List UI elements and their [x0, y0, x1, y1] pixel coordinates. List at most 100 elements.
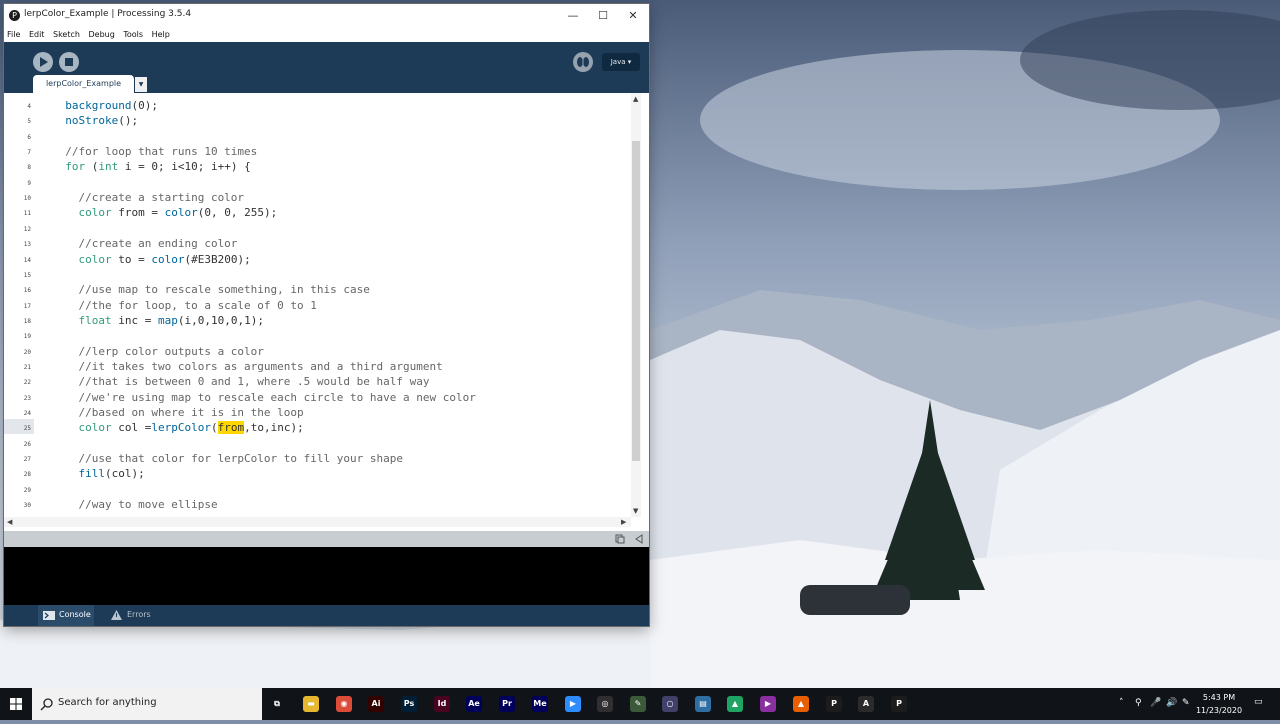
code-line[interactable]: //it takes two colors as arguments and a…	[52, 359, 443, 374]
file-explorer-icon[interactable]: ▬	[303, 696, 319, 712]
code-line[interactable]: color from = color(0, 0, 255);	[52, 205, 278, 220]
code-token: (	[210, 421, 218, 435]
drive-icon[interactable]: ▲	[727, 696, 743, 712]
photoshop-icon[interactable]: Ps	[401, 696, 417, 712]
console-output[interactable]	[4, 547, 649, 605]
cortana-icon[interactable]: ○	[662, 696, 678, 712]
processing-icon-2[interactable]: P	[891, 696, 907, 712]
microphone-icon[interactable]: 🎤	[1150, 698, 1161, 708]
console-label[interactable]: Console	[59, 610, 91, 619]
line-number: 19	[23, 333, 31, 341]
code-line[interactable]: float inc = map(i,0,10,0,1);	[52, 313, 264, 328]
clock-date[interactable]: 11/23/2020	[1194, 706, 1244, 715]
code-line[interactable]: noStroke();	[52, 113, 138, 128]
zoom-icon[interactable]: ▶	[565, 696, 581, 712]
vertical-scrollbar-thumb[interactable]	[632, 141, 640, 461]
taskbar-search-box[interactable]: Search for anything	[32, 688, 262, 720]
title-bar[interactable]: P lerpColor_Example | Processing 3.5.4 —…	[4, 4, 649, 28]
line-number: 29	[23, 486, 31, 494]
code-token: //use that color for lerpColor to fill y…	[52, 452, 403, 466]
code-line[interactable]: //the for loop, to a scale of 0 to 1	[52, 298, 316, 313]
menu-debug[interactable]: Debug	[85, 28, 117, 39]
clock-time[interactable]: 5:43 PM	[1194, 693, 1244, 702]
code-area[interactable]: background(0); noStroke(); //for loop th…	[52, 98, 630, 513]
line-number: 12	[23, 225, 31, 233]
code-line[interactable]: for (int i = 0; i<10; i++) {	[52, 159, 250, 174]
pen-tool-icon[interactable]: ✎	[630, 696, 646, 712]
code-token: //we're using map to rescale each circle…	[52, 390, 476, 404]
horizontal-scrollbar[interactable]	[4, 517, 631, 527]
acrobat-icon[interactable]: A	[858, 696, 874, 712]
pen-icon[interactable]: ✎	[1182, 698, 1190, 708]
volume-icon[interactable]: 🔊	[1166, 698, 1177, 708]
scroll-left-icon[interactable]: ◀	[7, 518, 12, 526]
code-line[interactable]: //create a starting color	[52, 190, 244, 205]
code-line[interactable]: color to = color(#E3B200);	[52, 252, 251, 267]
copy-icon[interactable]	[615, 534, 625, 544]
line-number: 17	[23, 302, 31, 310]
minimize-button[interactable]: —	[558, 4, 588, 28]
start-button[interactable]	[0, 688, 32, 720]
chrome-icon[interactable]: ◉	[336, 696, 352, 712]
vlc-icon[interactable]: ▲	[793, 696, 809, 712]
line-number: 9	[27, 179, 31, 187]
code-line[interactable]: //we're using map to rescale each circle…	[52, 390, 476, 405]
scroll-right-icon[interactable]: ▶	[621, 518, 626, 526]
menu-tools[interactable]: Tools	[120, 28, 146, 39]
scroll-down-icon[interactable]: ▼	[633, 507, 638, 515]
processing-icon-1[interactable]: P	[826, 696, 842, 712]
code-line[interactable]: fill(col);	[52, 466, 145, 481]
media-encoder-icon[interactable]: Me	[532, 696, 548, 712]
mode-selector[interactable]: Java ▾	[602, 53, 640, 71]
code-token: int	[98, 160, 119, 174]
code-line[interactable]: //way to move ellipse	[52, 497, 217, 512]
show-hidden-icons-icon[interactable]: ˄	[1119, 698, 1124, 708]
code-line[interactable]: //lerp color outputs a color	[52, 344, 264, 359]
debug-button[interactable]	[573, 52, 593, 72]
code-line[interactable]: //based on where it is in the loop	[52, 405, 303, 420]
code-token: (i,0,10,0,1);	[177, 313, 264, 327]
code-token: //lerp color outputs a color	[52, 344, 264, 358]
code-line[interactable]: //use map to rescale something, in this …	[52, 282, 369, 297]
scroll-up-icon[interactable]: ▲	[633, 95, 638, 103]
code-line[interactable]: //create an ending color	[52, 236, 237, 251]
tab-lerpcolor-example[interactable]: lerpColor_Example	[33, 75, 134, 93]
close-button[interactable]: ✕	[618, 4, 648, 28]
network-icon[interactable]: ⚲	[1135, 698, 1142, 708]
code-token: col =	[111, 421, 152, 435]
code-token: //it takes two colors as arguments and a…	[52, 359, 443, 373]
after-effects-icon[interactable]: Ae	[466, 696, 482, 712]
stop-button[interactable]	[59, 52, 79, 72]
code-line[interactable]: color col =lerpColor(from,to,inc);	[52, 420, 304, 435]
task-view-icon[interactable]: ⧉	[269, 696, 285, 712]
premiere-icon[interactable]: Pr	[499, 696, 515, 712]
code-line[interactable]: //use that color for lerpColor to fill y…	[52, 451, 403, 466]
line-number-gutter: 4 5 6 7 8 9 10 11 12 13 14 15 16 17 18 19 20 21 22 23 24 25 26…	[4, 93, 34, 524]
illustrator-icon[interactable]: Ai	[368, 696, 384, 712]
indesign-icon[interactable]: Id	[434, 696, 450, 712]
code-editor[interactable]: 4 5 6 7 8 9 10 11 12 13 14 15 16 17 18 19 20 21 22 23 24 25 26…	[4, 93, 649, 529]
menu-sketch[interactable]: Sketch	[50, 28, 83, 39]
notifications-icon[interactable]: ▭	[1254, 697, 1263, 707]
run-button[interactable]	[33, 52, 53, 72]
media-icon[interactable]: ▶	[760, 696, 776, 712]
code-line[interactable]: //for loop that runs 10 times	[52, 144, 257, 159]
code-token: (0);	[131, 99, 158, 112]
collapse-icon[interactable]	[634, 534, 644, 544]
code-line[interactable]: background(0);	[52, 98, 158, 113]
code-line[interactable]: int mover = i*80;	[52, 512, 191, 513]
line-number: 7	[27, 149, 31, 157]
tab-menu-button[interactable]: ▼	[135, 77, 147, 92]
errors-tab[interactable]: Errors	[127, 610, 151, 619]
maximize-button[interactable]: ☐	[588, 4, 618, 28]
menu-file[interactable]: File	[4, 28, 23, 39]
menu-help[interactable]: Help	[149, 28, 173, 39]
code-line[interactable]: //that is between 0 and 1, where .5 woul…	[52, 374, 429, 389]
line-number: 10	[23, 195, 31, 203]
menu-edit[interactable]: Edit	[26, 28, 48, 39]
obs-icon[interactable]: ◎	[597, 696, 613, 712]
notepad-icon[interactable]: ▤	[695, 696, 711, 712]
code-token: (	[85, 160, 99, 174]
